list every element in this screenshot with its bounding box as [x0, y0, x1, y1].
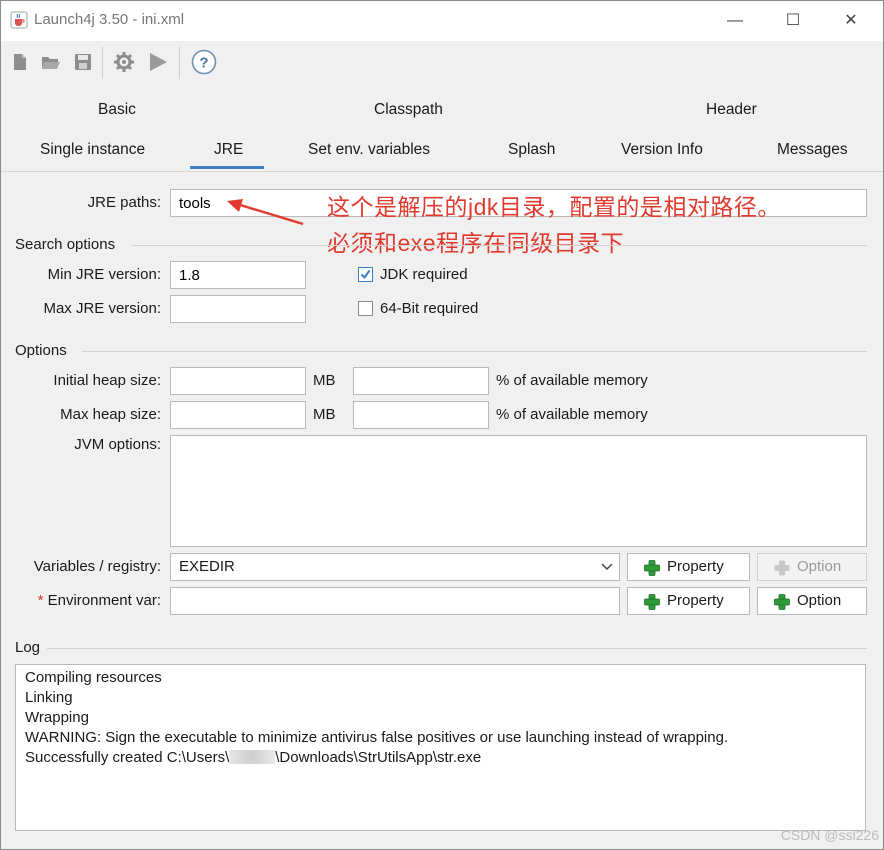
option-button-label: Option — [797, 592, 842, 609]
max-heap-size-input[interactable] — [170, 401, 306, 429]
java-coffee-icon — [10, 11, 28, 29]
tab-bar: Basic Classpath Header Single instance J… — [1, 85, 883, 171]
tab-basic[interactable]: Basic — [98, 101, 136, 119]
tab-single-instance[interactable]: Single instance — [40, 141, 145, 159]
initial-heap-size-label: Initial heap size: — [53, 372, 161, 389]
jre-paths-label: JRE paths: — [87, 194, 161, 211]
annotation-text-line2: 必须和exe程序在同级目录下 — [327, 230, 625, 256]
title-bar: Launch4j 3.50 - ini.xml — ☐ ✕ — [1, 1, 883, 41]
tab-jre[interactable]: JRE — [214, 141, 243, 159]
log-title: Log — [15, 639, 41, 656]
max-jre-version-input[interactable] — [170, 295, 306, 323]
run-play-icon[interactable] — [147, 51, 169, 73]
watermark: CSDN @ssl226 — [780, 827, 879, 843]
minimize-icon: — — [727, 12, 743, 29]
annotation-arrow-icon — [227, 199, 304, 226]
help-icon[interactable]: ? — [191, 49, 217, 75]
option-button-label: Option — [797, 558, 842, 575]
max-jre-version-label: Max JRE version: — [43, 300, 161, 317]
tab-classpath[interactable]: Classpath — [374, 101, 443, 119]
new-file-icon[interactable] — [9, 51, 31, 73]
initial-heap-size-input[interactable] — [170, 367, 306, 395]
variables-registry-select[interactable]: EXEDIR — [170, 553, 620, 581]
initial-heap-percent-input[interactable] — [353, 367, 489, 395]
tab-set-env-variables[interactable]: Set env. variables — [308, 141, 430, 159]
add-variable-property-button[interactable]: Property — [627, 553, 750, 581]
chevron-down-icon — [601, 563, 613, 571]
options-title: Options — [15, 342, 67, 359]
max-heap-percent-input[interactable] — [353, 401, 489, 429]
log-output[interactable]: Compiling resources Linking Wrapping WAR… — [15, 664, 866, 831]
initial-heap-mb-label: MB — [313, 372, 336, 389]
64-bit-required-checkbox[interactable] — [358, 301, 373, 316]
tab-version-info[interactable]: Version Info — [621, 141, 703, 159]
max-heap-mb-label: MB — [313, 406, 336, 423]
maximize-button[interactable]: ☐ — [771, 7, 815, 35]
tab-messages[interactable]: Messages — [777, 141, 848, 159]
active-tab-indicator — [190, 166, 264, 169]
add-variable-option-button[interactable]: Option — [757, 553, 867, 581]
log-line-part: \Downloads\StrUtilsApp\str.exe — [275, 749, 482, 766]
environment-var-label: * Environment var: — [38, 592, 161, 609]
add-env-option-button[interactable]: Option — [757, 587, 867, 615]
max-heap-percent-label: % of available memory — [496, 406, 648, 423]
launch4j-window: Launch4j 3.50 - ini.xml — ☐ ✕ ? Basic Cl… — [0, 0, 884, 850]
annotation-text-line1: 这个是解压的jdk目录，配置的是相对路径。 — [327, 194, 781, 220]
tab-header[interactable]: Header — [706, 101, 757, 119]
open-folder-icon[interactable] — [40, 51, 62, 73]
toolbar: ? — [1, 41, 883, 85]
section-divider — [47, 648, 867, 649]
section-divider — [132, 245, 867, 246]
variables-registry-label: Variables / registry: — [33, 558, 161, 575]
tab-splash[interactable]: Splash — [508, 141, 555, 159]
jdk-required-label: JDK required — [380, 266, 468, 283]
variables-registry-value: EXEDIR — [179, 558, 235, 575]
environment-var-input[interactable] — [170, 587, 620, 615]
svg-text:?: ? — [199, 55, 208, 72]
window-title: Launch4j 3.50 - ini.xml — [34, 11, 185, 28]
maximize-icon: ☐ — [785, 12, 801, 29]
log-line: Wrapping — [25, 709, 89, 726]
log-line: Successfully created C:\Users\ \Downloads… — [25, 748, 856, 768]
save-icon[interactable] — [72, 51, 94, 73]
toolbar-separator — [179, 47, 180, 79]
jvm-options-textarea[interactable] — [170, 435, 867, 547]
redacted-username — [229, 750, 276, 764]
jvm-options-label: JVM options: — [74, 436, 161, 453]
min-jre-version-input[interactable] — [170, 261, 306, 289]
max-heap-size-label: Max heap size: — [60, 406, 161, 423]
toolbar-separator — [102, 47, 103, 79]
log-line-part: Successfully created C:\Users\ — [25, 749, 230, 766]
log-line: WARNING: Sign the executable to minimize… — [25, 729, 729, 746]
add-env-property-button[interactable]: Property — [627, 587, 750, 615]
build-gear-icon[interactable] — [113, 51, 135, 73]
close-button[interactable]: ✕ — [829, 7, 873, 35]
initial-heap-percent-label: % of available memory — [496, 372, 648, 389]
section-divider — [82, 351, 867, 352]
search-options-title: Search options — [15, 236, 116, 253]
plus-icon — [774, 560, 790, 576]
property-button-label: Property — [667, 592, 724, 609]
plus-icon — [644, 594, 660, 610]
close-icon: ✕ — [844, 12, 858, 29]
environment-var-label-text: Environment var: — [47, 592, 161, 609]
tab-divider — [1, 171, 883, 172]
property-button-label: Property — [667, 558, 724, 575]
min-jre-version-label: Min JRE version: — [47, 266, 161, 283]
64-bit-required-label: 64-Bit required — [380, 300, 479, 317]
required-marker: * — [37, 592, 44, 609]
jdk-required-checkbox[interactable] — [358, 267, 373, 282]
minimize-button[interactable]: — — [713, 7, 757, 35]
log-line: Compiling resources — [25, 669, 162, 686]
log-line: Linking — [25, 689, 73, 706]
plus-icon — [774, 594, 790, 610]
checkmark-icon — [360, 269, 371, 280]
plus-icon — [644, 560, 660, 576]
